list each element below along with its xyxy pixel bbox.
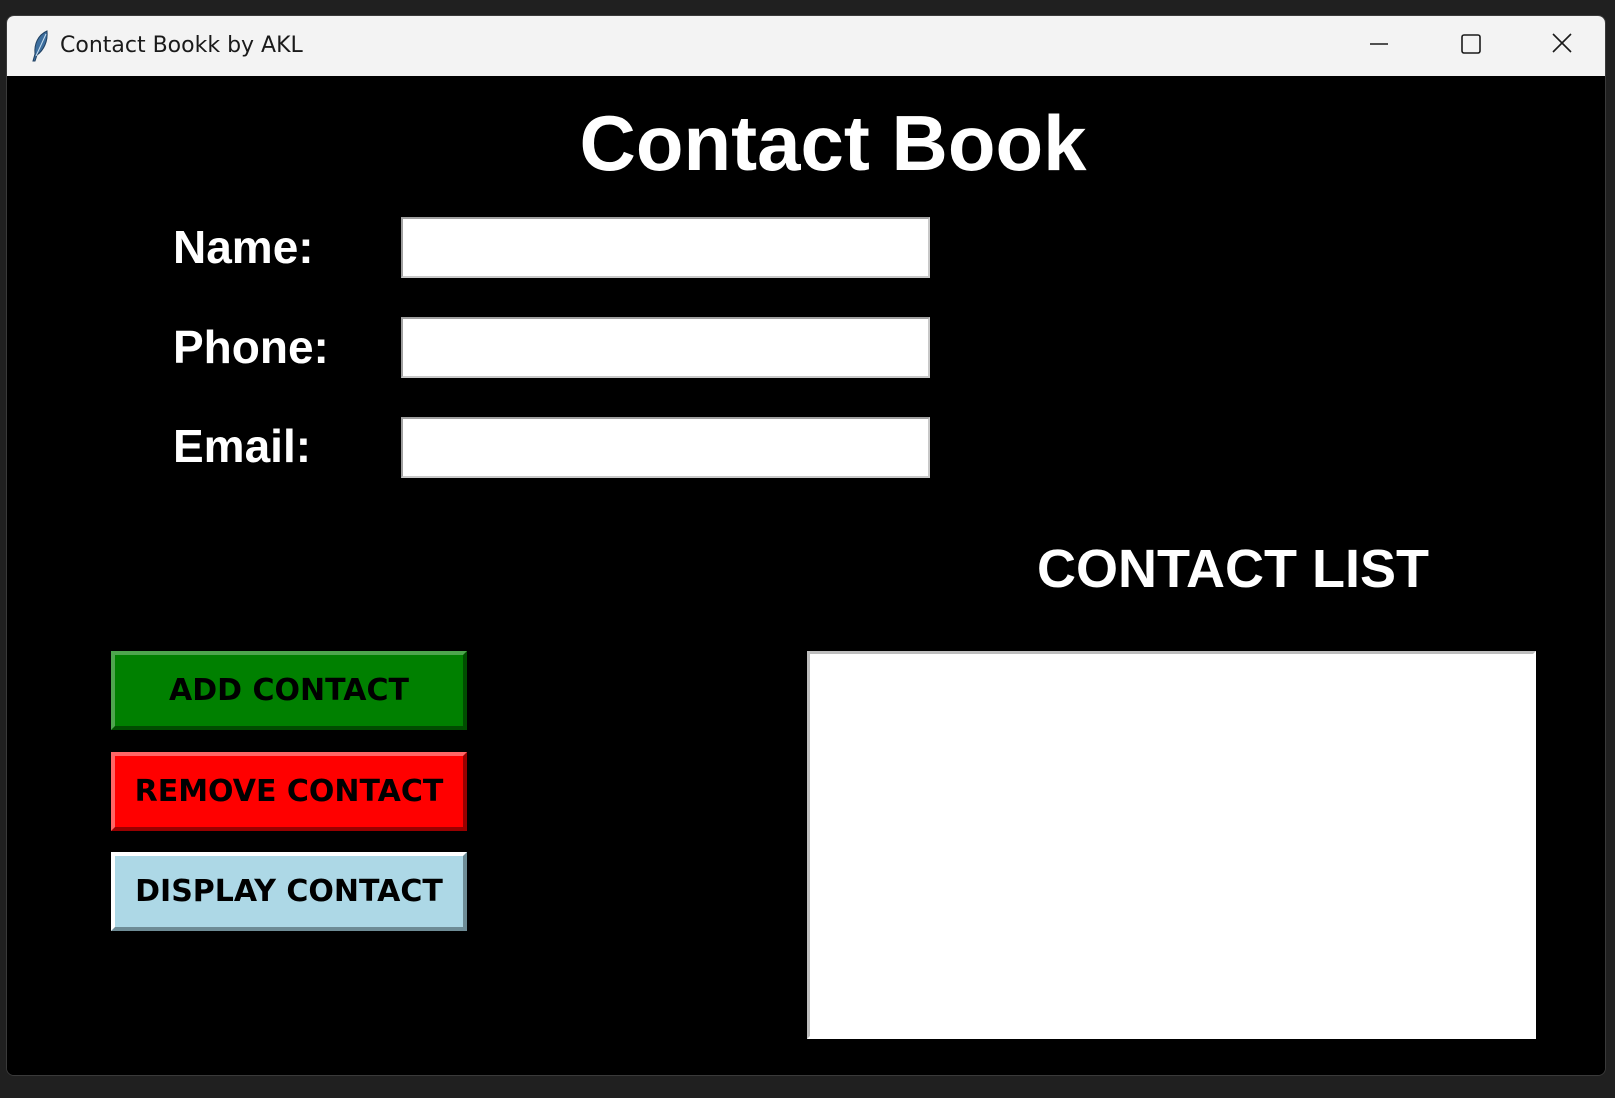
close-button[interactable] (1517, 16, 1605, 76)
maximize-button[interactable] (1425, 16, 1517, 76)
close-icon (1552, 33, 1572, 53)
page-title: Contact Book (579, 99, 1087, 187)
email-field[interactable] (401, 417, 930, 478)
email-label: Email: (173, 420, 312, 472)
title-bar[interactable]: Contact Bookk by AKL (7, 16, 1605, 77)
name-label: Name: (173, 221, 314, 273)
add-contact-button[interactable]: ADD CONTACT (111, 651, 467, 730)
display-contact-button[interactable]: DISPLAY CONTACT (111, 852, 467, 931)
contact-list-heading: CONTACT LIST (1037, 539, 1429, 599)
main-panel: Contact Book Name: Phone: Email: CONTACT… (7, 76, 1605, 1075)
minimize-icon (1370, 43, 1388, 45)
feather-icon (29, 30, 51, 62)
app-window: Contact Bookk by AKL Contact Book Name: … (6, 15, 1606, 1076)
phone-label: Phone: (173, 321, 329, 373)
name-field[interactable] (401, 217, 930, 278)
window-title: Contact Bookk by AKL (60, 33, 303, 58)
phone-field[interactable] (401, 317, 930, 378)
remove-contact-button[interactable]: REMOVE CONTACT (111, 752, 467, 831)
contact-listbox[interactable] (807, 651, 1536, 1039)
maximize-icon (1461, 34, 1481, 54)
minimize-button[interactable] (1333, 16, 1425, 76)
